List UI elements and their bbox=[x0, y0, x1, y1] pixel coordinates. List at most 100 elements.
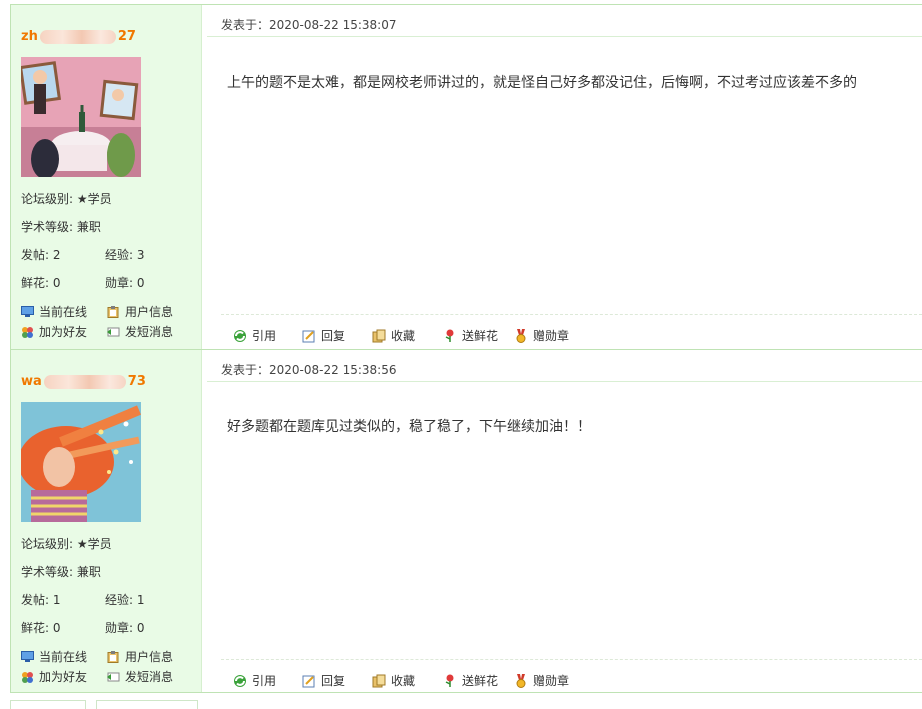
favorite-label: 收藏 bbox=[391, 329, 416, 343]
quote-icon bbox=[234, 330, 246, 342]
forum-level-label: 论坛级别: bbox=[21, 537, 74, 551]
send-flower-button[interactable]: 送鲜花 bbox=[443, 327, 498, 344]
favorite-button[interactable]: 收藏 bbox=[372, 672, 415, 689]
online-status-label: 当前在线 bbox=[39, 305, 88, 319]
author-name-start[interactable]: zh bbox=[21, 29, 38, 44]
author-avatar[interactable] bbox=[21, 57, 141, 177]
author-name-start[interactable]: wa bbox=[21, 374, 42, 389]
forum-level-value: ★学员 bbox=[76, 537, 112, 551]
post-2: wa 73 论坛级别: ★学员 学术等级: 兼职 发帖: 1 经验: 1 鲜花:… bbox=[10, 349, 922, 693]
online-status-label: 当前在线 bbox=[39, 650, 88, 664]
reply-icon bbox=[302, 675, 315, 688]
monitor-icon bbox=[21, 306, 34, 317]
medals-count: 0 bbox=[136, 276, 145, 290]
quote-icon bbox=[234, 675, 246, 687]
posts-count: 2 bbox=[52, 248, 61, 262]
academic-level-row: 学术等级: 兼职 bbox=[21, 218, 101, 235]
send-message-label: 发短消息 bbox=[125, 325, 174, 339]
quote-label: 引用 bbox=[252, 674, 277, 688]
give-medal-button[interactable]: 赠勋章 bbox=[514, 327, 569, 344]
user-info-link[interactable]: 用户信息 bbox=[107, 303, 173, 320]
quote-button[interactable]: 引用 bbox=[233, 672, 276, 689]
add-friend-icon bbox=[22, 672, 33, 683]
redacted-name-blur bbox=[43, 374, 126, 389]
clipboard-icon bbox=[107, 306, 119, 318]
favorite-icon bbox=[372, 329, 386, 343]
post-1-author-panel: zh 27 论坛级别: ★学员 学术等级: 兼职 发帖: 2 经验: 3 鲜花:… bbox=[11, 5, 202, 349]
posted-at-label: 发表于： bbox=[221, 363, 270, 377]
forum-level-value: ★学员 bbox=[76, 192, 112, 206]
reply-icon bbox=[302, 330, 315, 343]
posts-count: 1 bbox=[52, 593, 61, 607]
academic-level-label: 学术等级: bbox=[21, 565, 74, 579]
favorite-button[interactable]: 收藏 bbox=[372, 327, 415, 344]
add-friend-label: 加为好友 bbox=[39, 670, 88, 684]
posted-at-label: 发表于： bbox=[221, 18, 270, 32]
bottom-button-left[interactable] bbox=[10, 700, 86, 709]
medals-label: 勋章: bbox=[105, 621, 134, 635]
send-message-label: 发短消息 bbox=[125, 670, 174, 684]
posted-at-value: 2020-08-22 15:38:07 bbox=[269, 18, 397, 32]
reply-button[interactable]: 回复 bbox=[302, 327, 345, 344]
author-name[interactable]: wa 73 bbox=[21, 374, 146, 389]
send-flower-label: 送鲜花 bbox=[462, 674, 499, 688]
forum-level-row: 论坛级别: ★学员 bbox=[21, 190, 112, 207]
flower-icon bbox=[445, 329, 454, 342]
post-footer-divider bbox=[221, 314, 922, 315]
post-list: zh 27 论坛级别: ★学员 学术等级: 兼职 发帖: 2 经验: 3 鲜花:… bbox=[10, 0, 922, 693]
author-name-end[interactable]: 27 bbox=[118, 29, 136, 44]
monitor-icon bbox=[21, 651, 34, 662]
experience-label: 经验: bbox=[105, 248, 134, 262]
give-medal-label: 赠勋章 bbox=[533, 674, 570, 688]
send-message-link[interactable]: 发短消息 bbox=[107, 668, 173, 685]
stats-row-1: 发帖: 1 经验: 1 bbox=[21, 591, 145, 608]
post-1: zh 27 论坛级别: ★学员 学术等级: 兼职 发帖: 2 经验: 3 鲜花:… bbox=[10, 4, 922, 349]
message-icon bbox=[107, 327, 120, 337]
send-flower-button[interactable]: 送鲜花 bbox=[443, 672, 498, 689]
favorite-label: 收藏 bbox=[391, 674, 416, 688]
user-info-link[interactable]: 用户信息 bbox=[107, 648, 173, 665]
reply-label: 回复 bbox=[321, 329, 346, 343]
post-footer-divider bbox=[221, 659, 922, 660]
medal-icon bbox=[516, 674, 526, 688]
favorite-icon bbox=[372, 674, 386, 688]
academic-level-row: 学术等级: 兼职 bbox=[21, 563, 101, 580]
forum-level-row: 论坛级别: ★学员 bbox=[21, 535, 112, 552]
flowers-count: 0 bbox=[52, 621, 61, 635]
experience-value: 3 bbox=[136, 248, 145, 262]
flower-icon bbox=[445, 674, 454, 687]
give-medal-button[interactable]: 赠勋章 bbox=[514, 672, 569, 689]
flowers-count: 0 bbox=[52, 276, 61, 290]
online-status-link[interactable]: 当前在线 bbox=[21, 648, 87, 665]
post-2-author-panel: wa 73 论坛级别: ★学员 学术等级: 兼职 发帖: 1 经验: 1 鲜花:… bbox=[11, 350, 202, 692]
post-timestamp: 发表于：2020-08-22 15:38:07 bbox=[221, 16, 396, 33]
stats-row-1: 发帖: 2 经验: 3 bbox=[21, 246, 145, 263]
experience-value: 1 bbox=[136, 593, 145, 607]
add-friend-link[interactable]: 加为好友 bbox=[21, 323, 87, 340]
redacted-name-blur bbox=[39, 29, 116, 44]
clipboard-icon bbox=[107, 651, 119, 663]
message-icon bbox=[107, 672, 120, 682]
reply-label: 回复 bbox=[321, 674, 346, 688]
medals-label: 勋章: bbox=[105, 276, 134, 290]
author-name[interactable]: zh 27 bbox=[21, 29, 136, 44]
reply-button[interactable]: 回复 bbox=[302, 672, 345, 689]
add-friend-link[interactable]: 加为好友 bbox=[21, 668, 87, 685]
posted-at-value: 2020-08-22 15:38:56 bbox=[269, 363, 397, 377]
quote-button[interactable]: 引用 bbox=[233, 327, 276, 344]
author-name-end[interactable]: 73 bbox=[128, 374, 146, 389]
add-friend-icon bbox=[22, 327, 33, 338]
academic-level-label: 学术等级: bbox=[21, 220, 74, 234]
medals-count: 0 bbox=[136, 621, 145, 635]
send-message-link[interactable]: 发短消息 bbox=[107, 323, 173, 340]
post-1-body: 发表于：2020-08-22 15:38:07 上午的题不是太难，都是网校老师讲… bbox=[207, 5, 922, 349]
bottom-button-right[interactable] bbox=[96, 700, 198, 709]
forum-level-label: 论坛级别: bbox=[21, 192, 74, 206]
academic-level-value: 兼职 bbox=[76, 565, 101, 579]
experience-label: 经验: bbox=[105, 593, 134, 607]
posts-label: 发帖: bbox=[21, 248, 50, 262]
post-header-divider bbox=[207, 381, 922, 382]
stats-row-2: 鲜花: 0 勋章: 0 bbox=[21, 274, 145, 291]
author-avatar[interactable] bbox=[21, 402, 141, 522]
online-status-link[interactable]: 当前在线 bbox=[21, 303, 87, 320]
